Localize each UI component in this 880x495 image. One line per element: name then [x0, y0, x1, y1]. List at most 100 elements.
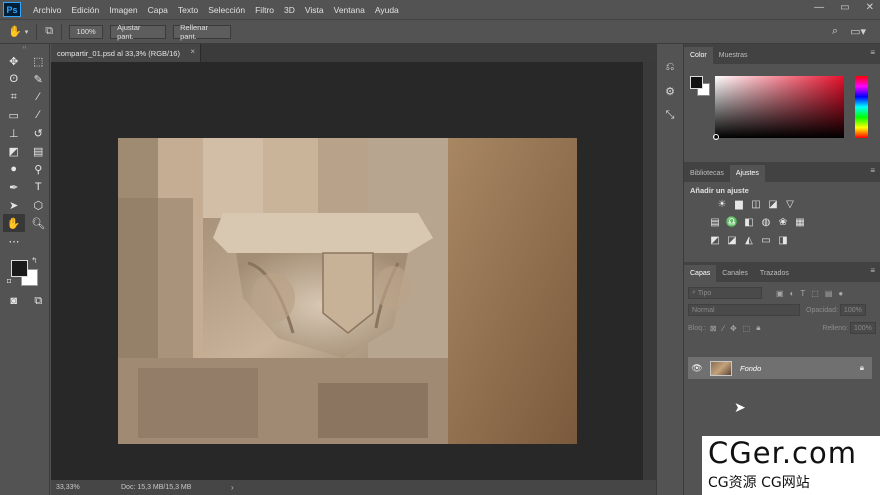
quick-select-tool-icon[interactable]: ✎	[28, 70, 50, 88]
quick-mask-icon[interactable]: ◙	[3, 292, 25, 310]
swap-colors-icon[interactable]: ↰	[31, 256, 38, 265]
fill-input[interactable]: 100%	[850, 322, 876, 334]
close-button[interactable]: ✕	[866, 2, 874, 13]
hue-slider[interactable]	[855, 76, 868, 138]
shape-tool-icon[interactable]: ⬡	[28, 196, 50, 214]
menu-filtro[interactable]: Filtro	[250, 5, 279, 15]
menu-seleccion[interactable]: Selección	[203, 5, 250, 15]
menu-ventana[interactable]: Ventana	[329, 5, 370, 15]
lock-transparent-icon[interactable]: ⊠	[710, 324, 717, 333]
pen-tool-icon[interactable]: ✒	[3, 178, 25, 196]
foreground-color-swatch[interactable]	[11, 260, 28, 277]
curves-icon[interactable]: ◫	[750, 198, 762, 210]
path-select-tool-icon[interactable]: ➤	[3, 196, 25, 214]
lock-all-icon[interactable]: 🔒︎	[756, 323, 760, 333]
zoom-level[interactable]: 33,33%	[51, 484, 121, 491]
exposure-icon[interactable]: ◪	[767, 198, 779, 210]
dodge-tool-icon[interactable]: ⚲	[28, 160, 50, 178]
blend-mode-select[interactable]: Normal	[688, 304, 800, 316]
hand-tool-icon[interactable]: ✋	[3, 214, 25, 232]
tab-capas[interactable]: Capas	[684, 265, 717, 282]
filter-toggle-icon[interactable]: ●	[838, 289, 843, 298]
panel-grip[interactable]: ‹‹	[0, 44, 49, 52]
lock-position-icon[interactable]: ✥	[730, 324, 737, 333]
eraser-tool-icon[interactable]: ◩	[3, 142, 25, 160]
maximize-button[interactable]: ▭	[840, 2, 849, 13]
opacity-input[interactable]: 100%	[839, 304, 866, 316]
color-picker-cursor[interactable]	[713, 134, 719, 140]
panel-menu-icon[interactable]: ≡	[870, 266, 875, 275]
invert-icon[interactable]: ◩	[709, 234, 721, 246]
color-picker-field[interactable]	[715, 76, 844, 138]
black-white-icon[interactable]: ◧	[743, 216, 755, 228]
document-tab[interactable]: compartir_01.psd al 33,3% (RGB/16) ×	[51, 44, 201, 62]
vertical-scrollbar[interactable]	[643, 62, 656, 480]
menu-vista[interactable]: Vista	[300, 5, 329, 15]
marquee-tool-icon[interactable]: ⬚	[28, 52, 50, 70]
color-lookup-icon[interactable]: ▦	[794, 216, 806, 228]
brush-tool-icon[interactable]: ∕	[28, 106, 50, 124]
posterize-icon[interactable]: ◪	[726, 234, 738, 246]
fill-screen-button[interactable]: Rellenar pant.	[173, 23, 232, 41]
tab-color[interactable]: Color	[684, 47, 713, 64]
close-tab-icon[interactable]: ×	[190, 47, 195, 56]
photo-filter-icon[interactable]: ◍	[760, 216, 772, 228]
menu-3d[interactable]: 3D	[279, 5, 300, 15]
fit-screen-button[interactable]: Ajustar pant.	[110, 23, 167, 41]
hand-tool-preset-icon[interactable]: ✋	[8, 25, 22, 38]
menu-edicion[interactable]: Edición	[66, 5, 104, 15]
chevron-down-icon[interactable]: ▾	[25, 28, 29, 36]
lock-icon[interactable]: 🔒︎	[860, 363, 864, 373]
menu-archivo[interactable]: Archivo	[28, 5, 66, 15]
healing-brush-tool-icon[interactable]: ▭	[3, 106, 25, 124]
layer-filter-input[interactable]: ⌕ Tipo	[688, 287, 762, 299]
transform-panel-icon[interactable]: ⤡	[660, 106, 680, 125]
scroll-all-windows-icon[interactable]: ⧉	[45, 25, 53, 38]
lock-artboard-icon[interactable]: ⬚	[743, 324, 751, 333]
lock-pixels-icon[interactable]: ∕	[723, 324, 724, 333]
blur-tool-icon[interactable]: ●	[3, 160, 25, 178]
tab-trazados[interactable]: Trazados	[754, 265, 795, 282]
clone-stamp-tool-icon[interactable]: ⊥	[3, 124, 25, 142]
crop-tool-icon[interactable]: ⌗	[3, 88, 25, 106]
channel-mixer-icon[interactable]: ❀	[777, 216, 789, 228]
minimize-button[interactable]: —	[814, 2, 824, 13]
visibility-eye-icon[interactable]: 👁︎	[690, 363, 704, 374]
eyedropper-tool-icon[interactable]: ⁄	[28, 88, 50, 106]
hue-saturation-icon[interactable]: ▤	[709, 216, 721, 228]
search-icon[interactable]: ⌕	[832, 25, 838, 38]
selective-color-icon[interactable]: ◨	[777, 234, 789, 246]
levels-icon[interactable]: ▆	[733, 198, 745, 210]
properties-panel-icon[interactable]: ⚙	[660, 82, 680, 101]
canvas-image[interactable]	[118, 138, 577, 444]
screen-mode-icon[interactable]: ⧉	[28, 292, 50, 310]
menu-texto[interactable]: Texto	[173, 5, 203, 15]
tab-ajustes[interactable]: Ajustes	[729, 165, 765, 182]
gradient-map-icon[interactable]: ▭	[760, 234, 772, 246]
status-menu-arrow[interactable]: ›	[231, 483, 234, 492]
workspace-icon[interactable]: ▭▾	[850, 25, 866, 38]
threshold-icon[interactable]: ◭	[743, 234, 755, 246]
filter-smart-object-icon[interactable]: ▤	[825, 289, 833, 298]
panel-menu-icon[interactable]: ≡	[870, 48, 875, 57]
type-tool-icon[interactable]: T	[28, 178, 50, 196]
zoom-100-button[interactable]: 100%	[69, 24, 104, 39]
foreground-color-swatch[interactable]	[690, 76, 703, 89]
filter-pixel-icon[interactable]: ▣	[776, 289, 784, 298]
lasso-tool-icon[interactable]: ʘ	[3, 70, 25, 88]
layer-name[interactable]: Fondo	[740, 364, 761, 373]
gradient-tool-icon[interactable]: ▤	[28, 142, 50, 160]
default-colors-icon[interactable]: ◘	[7, 278, 11, 285]
tab-canales[interactable]: Canales	[716, 265, 754, 282]
filter-shape-icon[interactable]: ⬚	[811, 289, 819, 298]
tab-muestras[interactable]: Muestras	[713, 47, 754, 64]
tab-bibliotecas[interactable]: Bibliotecas	[684, 165, 730, 182]
vibrance-icon[interactable]: ▽	[784, 198, 796, 210]
menu-capa[interactable]: Capa	[143, 5, 173, 15]
filter-adjustment-icon[interactable]: ◐	[790, 289, 795, 298]
brightness-icon[interactable]: ☀	[716, 198, 728, 210]
layer-row[interactable]: 👁︎ Fondo 🔒︎	[688, 357, 872, 379]
panel-menu-icon[interactable]: ≡	[870, 166, 875, 175]
more-tools-icon[interactable]: ⋯	[3, 232, 25, 250]
move-tool-icon[interactable]: ✥	[3, 52, 25, 70]
